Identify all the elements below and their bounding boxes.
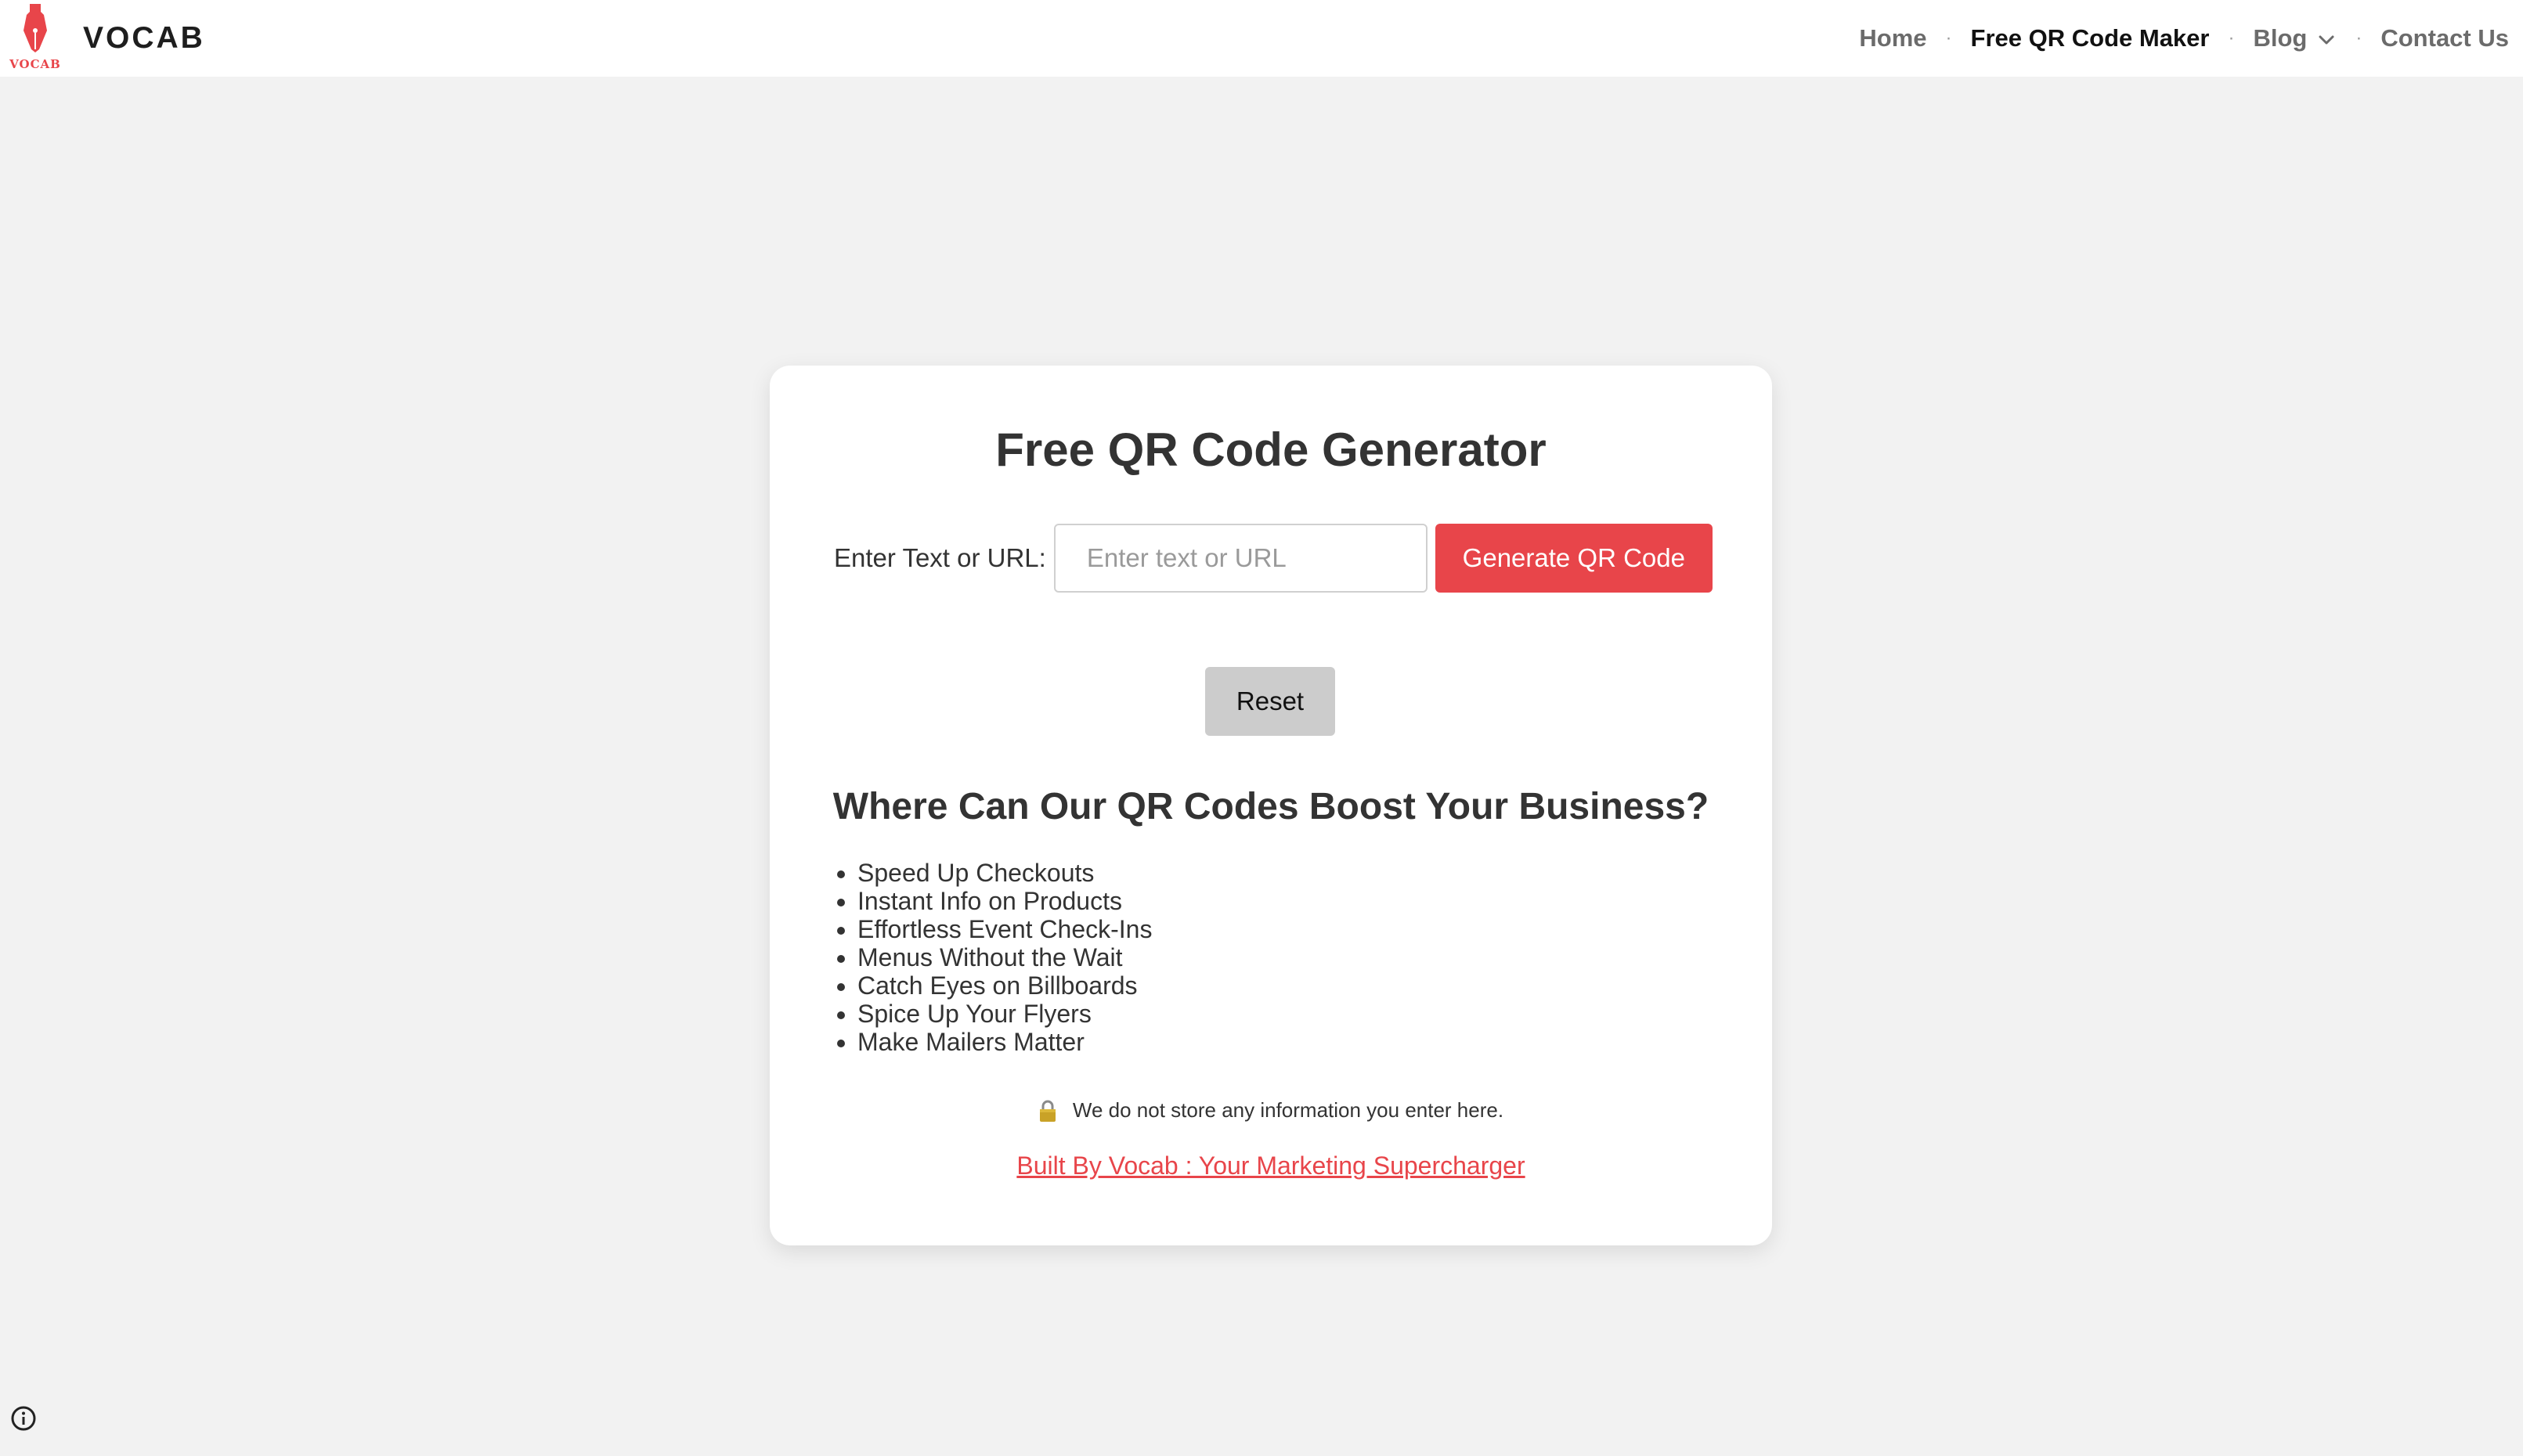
built-by-vocab-link[interactable]: Built By Vocab : Your Marketing Supercha… xyxy=(1016,1151,1525,1180)
nav-free-qr-code-maker[interactable]: Free QR Code Maker xyxy=(1971,24,2210,52)
nav-separator: · xyxy=(1945,27,1952,49)
info-circle-icon[interactable] xyxy=(9,1404,38,1433)
main-nav: Home · Free QR Code Maker · Blog · Conta… xyxy=(1859,0,2523,77)
page-title: Free QR Code Generator xyxy=(995,423,1547,476)
reset-button[interactable]: Reset xyxy=(1205,667,1335,736)
chevron-down-icon xyxy=(2316,28,2337,49)
list-item: Catch Eyes on Billboards xyxy=(857,971,1152,1000)
qr-input-form: Enter Text or URL: Generate QR Code xyxy=(834,524,1713,593)
section-heading: Where Can Our QR Codes Boost Your Busine… xyxy=(832,786,1709,827)
list-item: Menus Without the Wait xyxy=(857,943,1152,971)
generate-qr-code-button[interactable]: Generate QR Code xyxy=(1435,524,1713,593)
list-item: Speed Up Checkouts xyxy=(857,859,1152,887)
brand-mark-text: VOCAB xyxy=(9,57,61,71)
nav-home[interactable]: Home xyxy=(1859,24,1926,52)
built-by-footer: Built By Vocab : Your Marketing Supercha… xyxy=(770,1151,1772,1180)
privacy-note: We do not store any information you ente… xyxy=(770,1098,1772,1123)
benefits-list: Speed Up Checkouts Instant Info on Produ… xyxy=(832,859,1152,1056)
nav-blog[interactable]: Blog xyxy=(2253,24,2337,52)
list-item: Effortless Event Check-Ins xyxy=(857,915,1152,943)
fountain-pen-nib-icon xyxy=(23,4,47,52)
privacy-note-text: We do not store any information you ente… xyxy=(1072,1098,1504,1122)
nav-separator: · xyxy=(2355,27,2362,49)
lock-icon xyxy=(1038,1099,1057,1123)
qr-generator-card: Free QR Code Generator Enter Text or URL… xyxy=(770,366,1772,1245)
list-item: Spice Up Your Flyers xyxy=(857,1000,1152,1028)
brand-name: VOCAB xyxy=(83,21,205,55)
site-header: VOCAB VOCAB Home · Free QR Code Maker · … xyxy=(0,0,2523,77)
list-item: Instant Info on Products xyxy=(857,887,1152,915)
nav-blog-label: Blog xyxy=(2253,24,2308,52)
list-item: Make Mailers Matter xyxy=(857,1028,1152,1056)
brand-logo: VOCAB xyxy=(9,4,61,73)
nav-separator: · xyxy=(2228,27,2235,49)
text-url-label: Enter Text or URL: xyxy=(834,543,1046,572)
brand-logo-link[interactable]: VOCAB VOCAB xyxy=(0,0,205,77)
nav-contact-us[interactable]: Contact Us xyxy=(2380,24,2509,52)
text-url-input[interactable] xyxy=(1053,524,1428,593)
